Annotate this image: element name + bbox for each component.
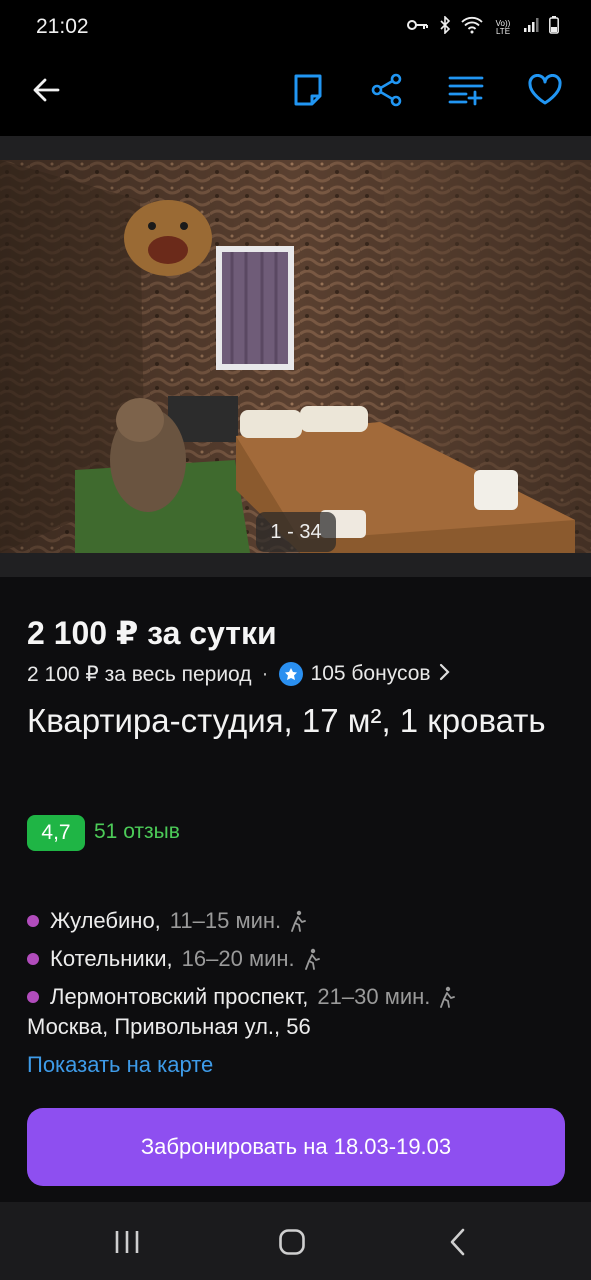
home-icon <box>279 1229 305 1255</box>
status-time: 21:02 <box>36 15 89 38</box>
battery-icon <box>549 16 559 39</box>
metro-name: Котельники, <box>50 946 173 971</box>
price-total: 2 100 ₽ за весь период <box>27 662 252 686</box>
reviews-link[interactable]: 51 отзыв <box>94 820 180 844</box>
listing-photo[interactable] <box>0 160 591 553</box>
signal-icon <box>523 17 539 38</box>
top-toolbar <box>0 44 591 136</box>
book-button[interactable]: Забронировать на 18.03-19.03 <box>27 1108 565 1186</box>
favorite-button[interactable] <box>523 68 567 112</box>
price-separator: · <box>261 662 269 685</box>
compare-list-icon <box>448 76 484 106</box>
metro-item: Жулебино, 11–15 мин. <box>27 902 455 940</box>
metro-name: Лермонтовский проспект, <box>50 984 309 1009</box>
bluetooth-icon <box>439 15 451 39</box>
listing-details: 2 100 ₽ за сутки 2 100 ₽ за весь период … <box>0 577 591 1202</box>
recent-apps-icon <box>115 1231 139 1253</box>
share-button[interactable] <box>365 68 409 112</box>
recent-apps-button[interactable] <box>107 1222 147 1262</box>
listing-title: Квартира-студия, 17 м², 1 кровать <box>27 702 546 739</box>
metro-time: 11–15 мин. <box>169 908 282 933</box>
price-row: 2 100 ₽ за весь период · 105 бонусов <box>27 661 451 687</box>
back-arrow-icon <box>33 78 60 102</box>
note-button[interactable] <box>286 68 330 112</box>
address: Москва, Привольная ул., 56 <box>27 1014 311 1039</box>
home-button[interactable] <box>272 1222 312 1262</box>
metro-dot <box>27 915 39 927</box>
photo-bottom-band <box>0 553 591 577</box>
share-icon <box>371 73 402 107</box>
walking-icon <box>439 986 456 1008</box>
system-nav-bar <box>0 1202 591 1280</box>
metro-dot <box>27 953 39 965</box>
heart-icon <box>528 74 562 105</box>
wifi-icon <box>461 16 483 39</box>
metro-item: Лермонтовский проспект, 21–30 мин. <box>27 978 456 1016</box>
status-bar: 21:02 Vo)) LTE <box>0 0 591 44</box>
photo-counter: 1 - 34 <box>256 512 336 552</box>
back-button[interactable] <box>24 68 68 112</box>
show-on-map-link[interactable]: Показать на карте <box>27 1052 213 1078</box>
back-icon <box>450 1228 465 1256</box>
metro-item: Котельники, 16–20 мин. <box>27 940 455 978</box>
walking-icon <box>290 910 307 932</box>
compare-button[interactable] <box>444 68 488 112</box>
chevron-right-icon <box>439 661 451 687</box>
metro-name: Жулебино, <box>50 908 161 933</box>
status-icons: Vo)) LTE <box>407 15 559 39</box>
photo-top-band <box>0 136 591 160</box>
bonus-link[interactable]: 105 бонусов <box>311 662 431 686</box>
metro-list: Жулебино, 11–15 мин. Котельники, 16–20 м… <box>27 902 456 1016</box>
rating-badge[interactable]: 4,7 <box>27 815 85 851</box>
walking-icon <box>304 948 320 970</box>
metro-dot <box>27 991 39 1003</box>
bonus-icon <box>278 662 303 686</box>
metro-time: 21–30 мин. <box>317 984 431 1009</box>
price-per-day: 2 100 ₽ за сутки <box>27 615 277 651</box>
metro-time: 16–20 мин. <box>181 946 295 971</box>
key-icon <box>407 18 429 37</box>
note-icon <box>294 74 322 106</box>
system-back-button[interactable] <box>438 1222 478 1262</box>
volte-icon: Vo)) LTE <box>495 18 511 36</box>
